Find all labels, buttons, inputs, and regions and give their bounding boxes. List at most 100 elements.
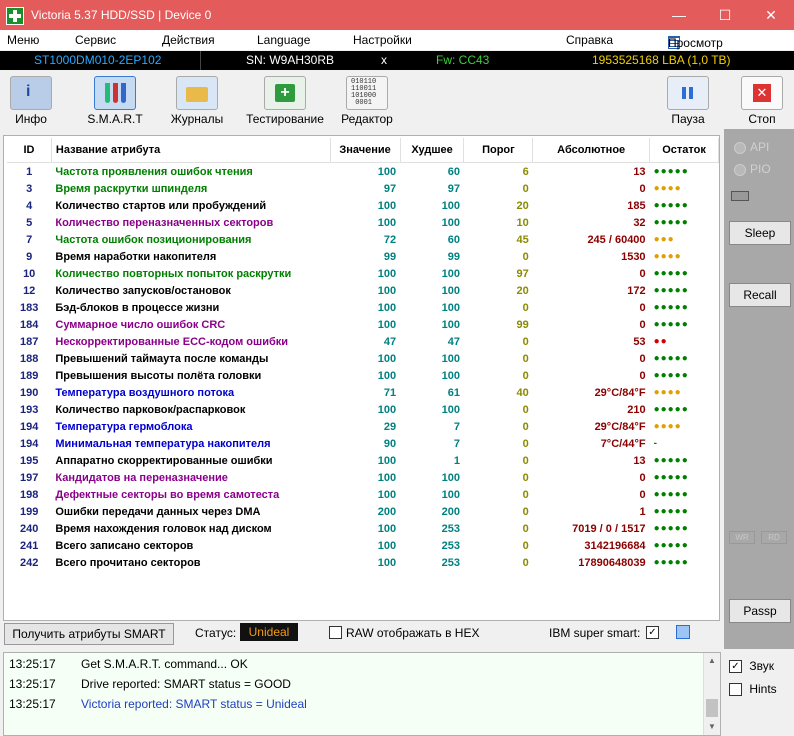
- table-row[interactable]: 240 Время нахождения головок над диском 10…: [7, 520, 719, 537]
- testing-button[interactable]: + Тестирование: [242, 76, 328, 126]
- attr-raw: 0: [639, 267, 646, 280]
- attr-raw: 13: [633, 454, 646, 467]
- table-row[interactable]: 189 Превышения высоты полёта головки 100 10…: [7, 367, 719, 384]
- table-row[interactable]: 195 Аппаратно скорректированные ошибки 100…: [7, 452, 719, 469]
- attr-worst: 100: [441, 199, 460, 212]
- menu-item-actions[interactable]: Действия: [162, 33, 215, 47]
- table-row[interactable]: 199 Ошибки передачи данных через DMA 200 20…: [7, 503, 719, 520]
- menu-item-service[interactable]: Сервис: [75, 33, 116, 47]
- pio-radio[interactable]: [734, 164, 746, 176]
- table-row[interactable]: 187 Нескорректированные ECC-кодом ошибки 4…: [7, 333, 719, 350]
- menu-item-help[interactable]: Справка: [566, 33, 613, 47]
- sound-checkbox[interactable]: ✓: [729, 660, 742, 674]
- col-raw[interactable]: Абсолютное: [532, 138, 651, 163]
- attr-worst: 200: [441, 505, 460, 518]
- scroll-down-icon[interactable]: ▼: [708, 722, 716, 731]
- attr-remaining: ●●●●: [653, 421, 682, 432]
- sleep-button[interactable]: Sleep: [729, 221, 791, 245]
- attr-raw: 0: [639, 369, 646, 382]
- api-radio[interactable]: [734, 142, 746, 154]
- attr-threshold: 0: [522, 539, 529, 552]
- attr-worst: 7: [453, 437, 460, 450]
- col-id[interactable]: ID: [7, 138, 52, 163]
- menu-item-settings[interactable]: Настройки: [353, 33, 412, 47]
- table-row[interactable]: 183 Бэд-блоков в процессе жизни 100 100 0 0 ●●…: [7, 299, 719, 316]
- smart-table: ID Название атрибута Значение Худшее Пор…: [7, 138, 719, 571]
- table-row[interactable]: 7 Частота ошибок позиционирования 72 60 45 24…: [7, 231, 719, 248]
- attr-raw: 185: [627, 199, 646, 212]
- eject-button[interactable]: x: [381, 53, 387, 67]
- table-row[interactable]: 4 Количество стартов или пробуждений 100 10…: [7, 197, 719, 214]
- menu-item-menu[interactable]: Меню: [7, 33, 39, 47]
- col-worst[interactable]: Худшее: [400, 138, 465, 163]
- attr-value: 100: [377, 454, 397, 467]
- table-row[interactable]: 3 Время раскрутки шпинделя 97 97 0 0 ●●●●: [7, 180, 719, 197]
- scroll-up-icon[interactable]: ▲: [708, 656, 716, 665]
- table-row[interactable]: 194 Температура гермоблока 29 7 0 29°C/84°F ●●…: [7, 418, 719, 435]
- attr-value: 100: [377, 165, 397, 178]
- passp-button[interactable]: Passp: [729, 599, 791, 623]
- attr-name: Аппаратно скорректированные ошибки: [55, 454, 273, 467]
- attr-id: 10: [23, 267, 36, 280]
- attr-name: Суммарное число ошибок CRC: [55, 318, 226, 331]
- table-row[interactable]: 193 Количество парковок/распарковок 100 100…: [7, 401, 719, 418]
- col-value[interactable]: Значение: [330, 138, 401, 163]
- table-row[interactable]: 242 Всего прочитано секторов 100 253 0 178906…: [7, 554, 719, 571]
- table-row[interactable]: 190 Температура воздушного потока 71 61 40 29…: [7, 384, 719, 401]
- table-row[interactable]: 12 Количество запусков/остановок 100 100 20 1…: [7, 282, 719, 299]
- table-row[interactable]: 184 Суммарное число ошибок CRC 100 100 99 0 ●●…: [7, 316, 719, 333]
- attr-threshold: 10: [516, 216, 529, 229]
- table-row[interactable]: 1 Частота проявления ошибок чтения 100 60 6 1…: [7, 163, 719, 181]
- info-button[interactable]: i Инфо: [8, 76, 54, 126]
- device-model[interactable]: ST1000DM010-2EP102: [34, 53, 161, 67]
- table-row[interactable]: 5 Количество переназначенных секторов 100 1…: [7, 214, 719, 231]
- logs-button[interactable]: Журналы: [168, 76, 226, 126]
- attr-name: Дефектные секторы во время самотеста: [55, 488, 280, 501]
- sound-option[interactable]: ✓ Звук: [729, 659, 774, 674]
- attr-worst: 47: [447, 335, 460, 348]
- close-button[interactable]: ✕: [748, 0, 794, 30]
- editor-button[interactable]: 010110 110011 101000 0001 Редактор: [338, 76, 396, 126]
- attr-id: 4: [26, 199, 33, 212]
- attr-worst: 253: [441, 556, 460, 569]
- pause-icon: [667, 76, 709, 110]
- minimize-button[interactable]: —: [656, 0, 702, 30]
- menu-item-language[interactable]: Language: [257, 33, 310, 47]
- ibm-smart-label: IBM super smart:: [549, 626, 641, 640]
- col-threshold[interactable]: Порог: [463, 138, 534, 163]
- log-scrollbar[interactable]: ▲ ▼: [703, 653, 720, 735]
- table-row[interactable]: 197 Кандидатов на переназначение 100 100 0 0 ●…: [7, 469, 719, 486]
- stop-button[interactable]: ✕ Стоп: [740, 76, 784, 126]
- color-swatch[interactable]: [676, 625, 690, 639]
- attr-id: 195: [20, 454, 39, 467]
- attr-raw: 53: [633, 335, 646, 348]
- table-row[interactable]: 198 Дефектные секторы во время самотеста 1…: [7, 486, 719, 503]
- smart-button[interactable]: S.M.A.R.T: [84, 76, 146, 126]
- ibm-smart-checkbox[interactable]: ✓: [646, 626, 659, 639]
- col-remaining[interactable]: Остаток: [649, 138, 719, 163]
- table-row[interactable]: 194 Минимальная температура накопителя 90 7…: [7, 435, 719, 452]
- col-name[interactable]: Название атрибута: [51, 138, 331, 163]
- hints-checkbox[interactable]: [729, 683, 742, 697]
- logs-label: Журналы: [170, 112, 224, 126]
- attr-remaining: ●●●●●: [653, 370, 689, 381]
- hints-option[interactable]: Hints: [729, 682, 777, 697]
- table-row[interactable]: 10 Количество повторных попыток раскрутки…: [7, 265, 719, 282]
- maximize-button[interactable]: ☐: [702, 0, 748, 30]
- status-label: Статус:: [195, 626, 237, 640]
- pause-button[interactable]: Пауза: [666, 76, 710, 126]
- attr-worst: 100: [441, 301, 460, 314]
- get-smart-button[interactable]: Получить атрибуты SMART: [4, 623, 174, 645]
- attr-name: Всего записано секторов: [55, 539, 194, 552]
- table-row[interactable]: 9 Время наработки накопителя 99 99 0 1530 ●●●●: [7, 248, 719, 265]
- recall-button[interactable]: Recall: [729, 283, 791, 307]
- smart-label: S.M.A.R.T: [87, 112, 143, 126]
- raw-hex-checkbox[interactable]: [329, 626, 342, 639]
- scroll-thumb[interactable]: [706, 699, 718, 717]
- attr-remaining: ●●●●●: [653, 557, 689, 568]
- attr-worst: 60: [447, 233, 460, 246]
- attr-remaining: ●●●●: [653, 183, 682, 194]
- table-row[interactable]: 188 Превышений таймаута после команды 100 1…: [7, 350, 719, 367]
- attr-value: 100: [377, 369, 397, 382]
- table-row[interactable]: 241 Всего записано секторов 100 253 0 3142196…: [7, 537, 719, 554]
